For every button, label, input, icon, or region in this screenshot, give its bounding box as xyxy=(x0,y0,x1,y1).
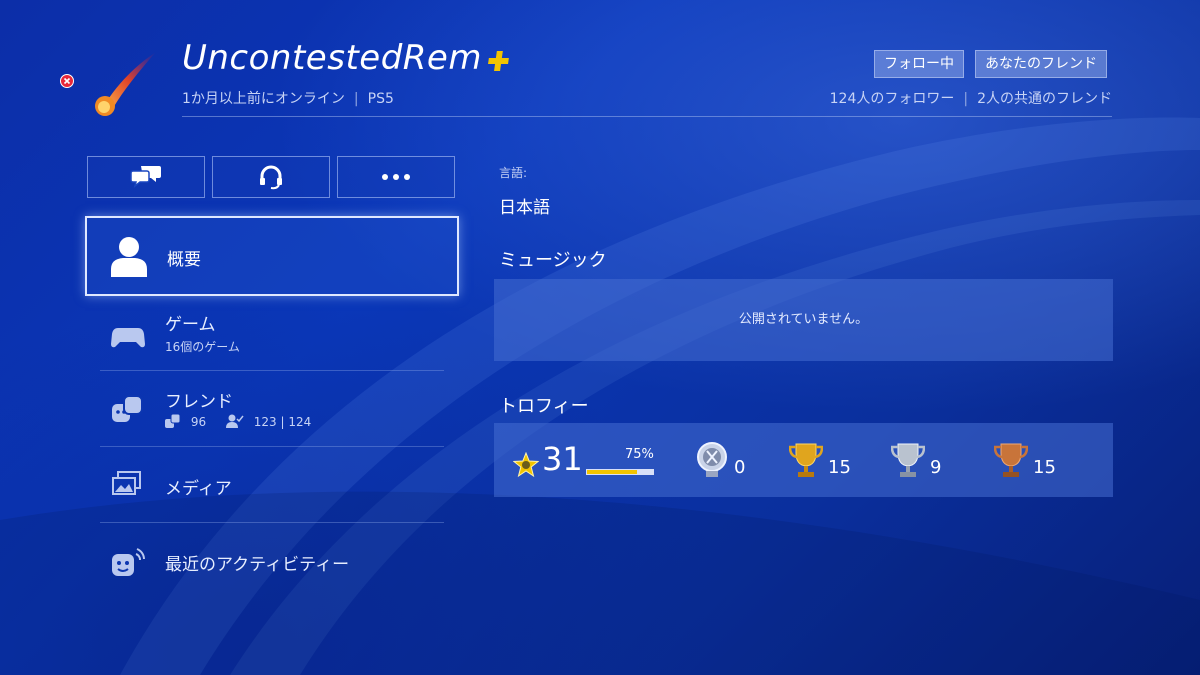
separator: | xyxy=(963,91,969,107)
language-label: 言語: xyxy=(499,166,528,180)
friends-icon xyxy=(112,395,143,422)
menu-item-games[interactable]: ゲーム 16個のゲーム xyxy=(100,306,444,366)
music-private-text: 公開されていません。 xyxy=(738,312,869,327)
offline-status-icon xyxy=(60,74,74,88)
gold-count: 15 xyxy=(828,457,851,478)
menu-label-overview: 概要 xyxy=(167,250,201,270)
menu-item-overview[interactable]: 概要 xyxy=(85,216,459,296)
trophy-level-star-icon xyxy=(513,452,539,478)
trophy-level: 31 xyxy=(542,440,583,478)
gold-trophy-icon xyxy=(789,443,823,477)
online-status: 1か月以上前にオンライン | PS5 xyxy=(182,88,394,108)
friends-small-icon xyxy=(165,413,181,428)
friends-count: 96 xyxy=(190,415,207,429)
menu-divider xyxy=(100,446,444,447)
message-icon xyxy=(130,166,161,188)
followers-following-count: 123 | 124 xyxy=(253,415,312,429)
music-title: ミュージック xyxy=(499,250,607,271)
menu-label-games: ゲーム xyxy=(165,315,216,335)
menu-divider xyxy=(100,370,444,371)
ps-plus-icon xyxy=(488,51,509,71)
platinum-count: 0 xyxy=(734,457,746,478)
music-panel[interactable]: 公開されていません。 xyxy=(494,279,1113,361)
following-button[interactable]: フォロー中 xyxy=(874,50,964,78)
bronze-count: 15 xyxy=(1033,457,1056,478)
follower-check-icon xyxy=(225,414,244,428)
menu-divider xyxy=(100,522,444,523)
trophy-progress-fill xyxy=(587,470,637,474)
social-counts: 124人のフォロワー | 2人の共通のフレンド xyxy=(830,88,1112,108)
followers-count[interactable]: 124人のフォロワー xyxy=(830,91,955,107)
games-count: 16個のゲーム xyxy=(165,340,240,354)
party-button[interactable] xyxy=(212,156,330,198)
message-button[interactable] xyxy=(87,156,205,198)
menu-item-media[interactable]: メディア xyxy=(100,460,444,512)
avatar[interactable] xyxy=(88,48,160,120)
bronze-trophy-icon xyxy=(994,443,1028,477)
menu-label-recent-activity: 最近のアクティビティー xyxy=(165,555,350,575)
silver-trophy-icon xyxy=(891,443,925,477)
header-divider xyxy=(182,116,1112,117)
media-icon xyxy=(112,471,141,495)
menu-label-media: メディア xyxy=(165,479,232,499)
separator: | xyxy=(353,91,359,107)
activity-icon xyxy=(112,548,145,576)
platinum-trophy-icon xyxy=(697,442,727,477)
more-icon xyxy=(382,174,410,180)
username: UncontestedRem xyxy=(182,38,482,78)
silver-count: 9 xyxy=(930,457,942,478)
friends-stats: 96 123 | 124 xyxy=(165,413,312,429)
trophy-title: トロフィー xyxy=(499,396,589,417)
controller-icon xyxy=(111,328,145,348)
trophy-progress-bar xyxy=(586,469,654,475)
platform-text: PS5 xyxy=(367,91,394,107)
menu-label-friends: フレンド xyxy=(165,392,233,412)
menu-item-friends[interactable]: フレンド 96 123 | 124 xyxy=(100,382,444,442)
person-icon xyxy=(111,237,147,277)
last-online-text: 1か月以上前にオンライン xyxy=(182,91,345,107)
trophy-progress-label: 75% xyxy=(625,447,654,462)
headset-icon xyxy=(260,165,282,190)
mutual-friends-count[interactable]: 2人の共通のフレンド xyxy=(977,91,1112,107)
language-value: 日本語 xyxy=(499,198,550,218)
menu-item-recent-activity[interactable]: 最近のアクティビティー xyxy=(100,536,444,588)
your-friend-button[interactable]: あなたのフレンド xyxy=(975,50,1107,78)
more-options-button[interactable] xyxy=(337,156,455,198)
